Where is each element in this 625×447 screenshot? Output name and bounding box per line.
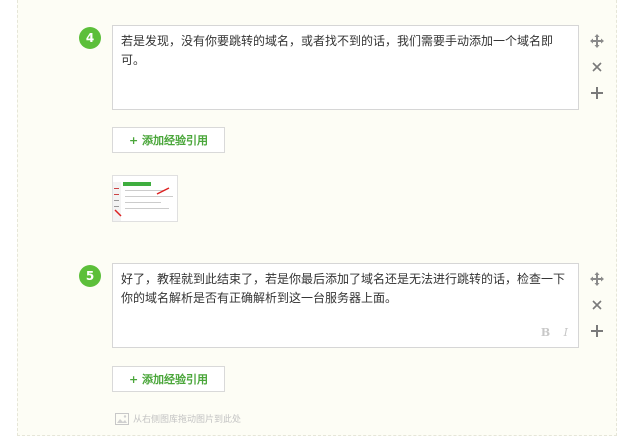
italic-button[interactable]: I	[564, 326, 568, 339]
bold-button[interactable]: B	[541, 326, 550, 339]
close-icon[interactable]	[588, 296, 606, 314]
drop-hint-text: 从右侧图库拖动图片到此处	[133, 415, 242, 425]
step-text-editor[interactable]: 好了，教程就到此结束了，若是你最后添加了域名还是无法进行跳转的话，检查一下你的域…	[112, 263, 579, 348]
add-experience-reference-button[interactable]: + 添加经验引用	[112, 366, 225, 392]
step-text: 若是发现，没有你要跳转的域名，或者找不到的话，我们需要手动添加一个域名即可。	[121, 34, 554, 67]
step-number-badge: 4	[79, 27, 101, 49]
step-tools	[588, 270, 606, 348]
move-icon[interactable]	[588, 270, 606, 288]
step-text: 好了，教程就到此结束了，若是你最后添加了域名还是无法进行跳转的话，检查一下你的域…	[121, 272, 566, 305]
step-text-editor[interactable]: 若是发现，没有你要跳转的域名，或者找不到的话，我们需要手动添加一个域名即可。	[112, 25, 579, 110]
step-image-thumbnail[interactable]	[112, 175, 178, 222]
format-toolbar: B I	[531, 323, 568, 342]
image-drop-zone[interactable]: 从右侧图库拖动图片到此处	[115, 412, 241, 425]
add-experience-reference-button[interactable]: + 添加经验引用	[112, 127, 225, 153]
move-icon[interactable]	[588, 32, 606, 50]
plus-icon[interactable]	[588, 322, 606, 340]
plus-icon[interactable]	[588, 84, 606, 102]
step-tools	[588, 32, 606, 110]
close-icon[interactable]	[588, 58, 606, 76]
image-icon	[115, 412, 129, 425]
step-number-badge: 5	[79, 265, 101, 287]
